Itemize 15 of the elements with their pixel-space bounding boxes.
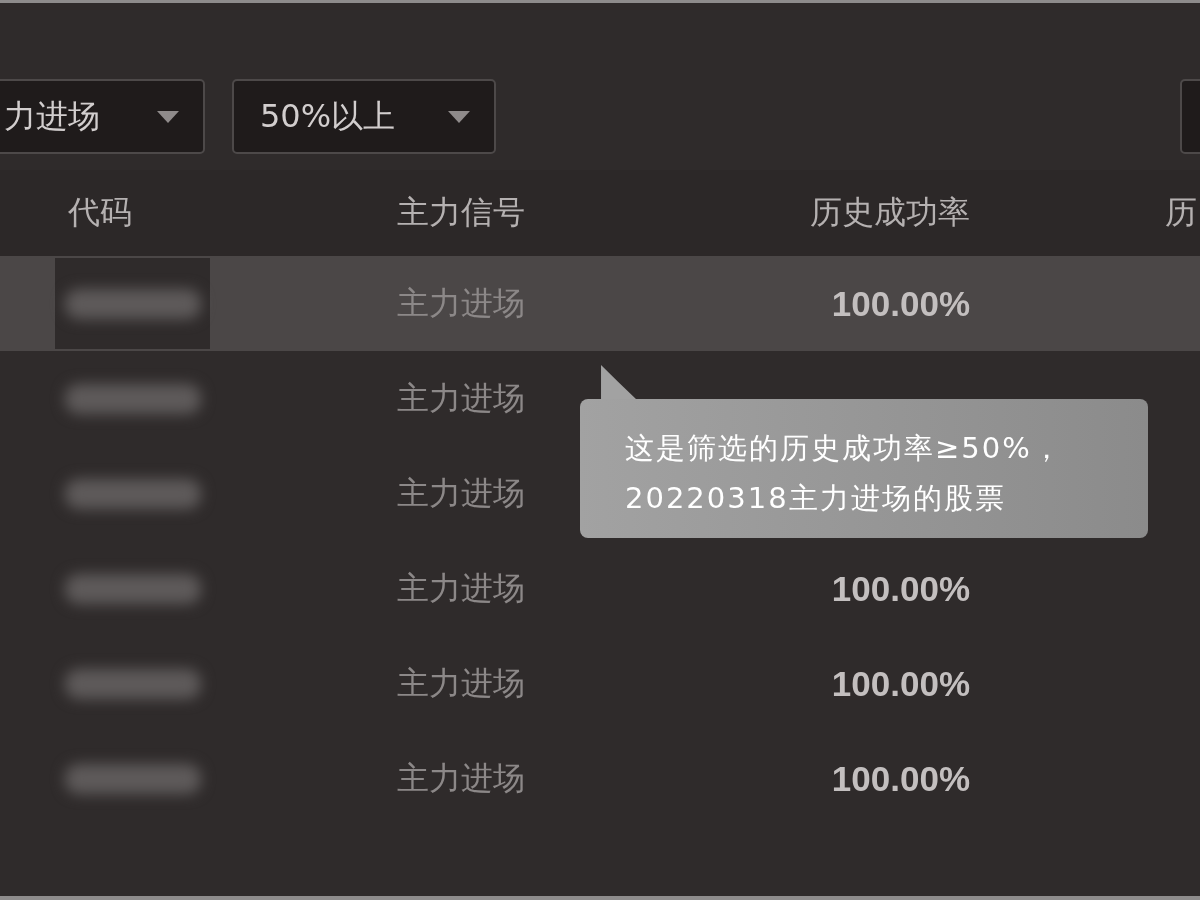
tooltip: 这是筛选的历史成功率≥50%，20220318主力进场的股票: [580, 399, 1148, 538]
signal-text: 主力进场: [397, 567, 525, 609]
column-header: 代码: [68, 192, 132, 233]
success-rate-text: 100.00%: [831, 283, 970, 324]
signal-text: 主力进场: [397, 472, 525, 514]
success-rate-text: 100.00%: [831, 758, 970, 799]
signal-text: 主力进场: [397, 757, 525, 799]
signal-text: 主力进场: [397, 377, 525, 419]
column-header: 历: [1165, 192, 1197, 233]
signal-text: 主力进场: [397, 662, 525, 704]
signal-text: 主力进场: [397, 282, 525, 324]
column-header: 主力信号: [397, 192, 525, 233]
success-rate-text: 100.00%: [831, 663, 970, 704]
success-rate-text: 100.00%: [831, 568, 970, 609]
column-header: 历史成功率: [810, 192, 970, 233]
